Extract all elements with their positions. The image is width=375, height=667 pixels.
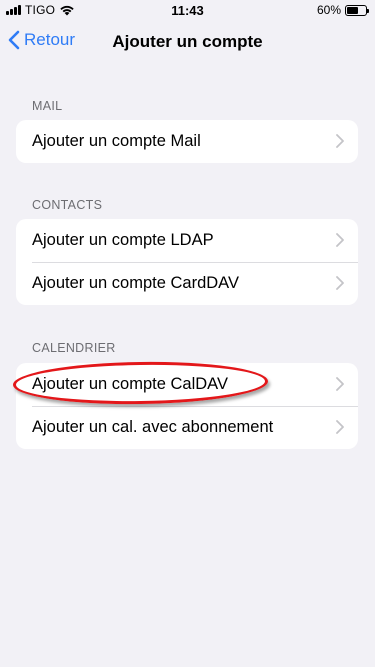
add-carddav-account-row[interactable]: Ajouter un compte CardDAV [16, 262, 358, 305]
chevron-right-icon [336, 420, 344, 434]
add-caldav-account-row[interactable]: Ajouter un compte CalDAV [16, 363, 358, 406]
chevron-right-icon [336, 233, 344, 247]
row-label: Ajouter un compte Mail [32, 132, 201, 150]
battery-icon [345, 4, 369, 16]
add-ldap-account-row[interactable]: Ajouter un compte LDAP [16, 219, 358, 262]
add-mail-account-row[interactable]: Ajouter un compte Mail [16, 120, 358, 163]
group-calendar: Ajouter un compte CalDAV Ajouter un cal.… [16, 363, 358, 449]
section-header-calendar: CALENDRIER [32, 341, 116, 355]
page-title: Ajouter un compte [112, 32, 263, 51]
chevron-right-icon [336, 377, 344, 391]
battery-fill [347, 6, 358, 14]
row-label: Ajouter un cal. avec abonnement [32, 418, 274, 436]
status-right: 60% [316, 3, 369, 17]
section-header-mail: MAIL [32, 99, 63, 113]
group-contacts: Ajouter un compte LDAP Ajouter un compte… [16, 219, 358, 305]
chevron-right-icon [336, 276, 344, 290]
navigation-bar: Retour Ajouter un compte [0, 20, 375, 64]
row-label: Ajouter un compte CardDAV [32, 274, 239, 292]
battery-percent: 60% [316, 3, 341, 17]
chevron-right-icon [336, 134, 344, 148]
status-bar: TIGO 11:43 60% [0, 0, 375, 20]
group-mail: Ajouter un compte Mail [16, 120, 358, 163]
section-header-contacts: CONTACTS [32, 198, 103, 212]
add-subscribed-calendar-row[interactable]: Ajouter un cal. avec abonnement [16, 406, 358, 449]
row-label: Ajouter un compte CalDAV [32, 375, 228, 393]
battery-cap [367, 8, 369, 13]
row-label: Ajouter un compte LDAP [32, 231, 214, 249]
